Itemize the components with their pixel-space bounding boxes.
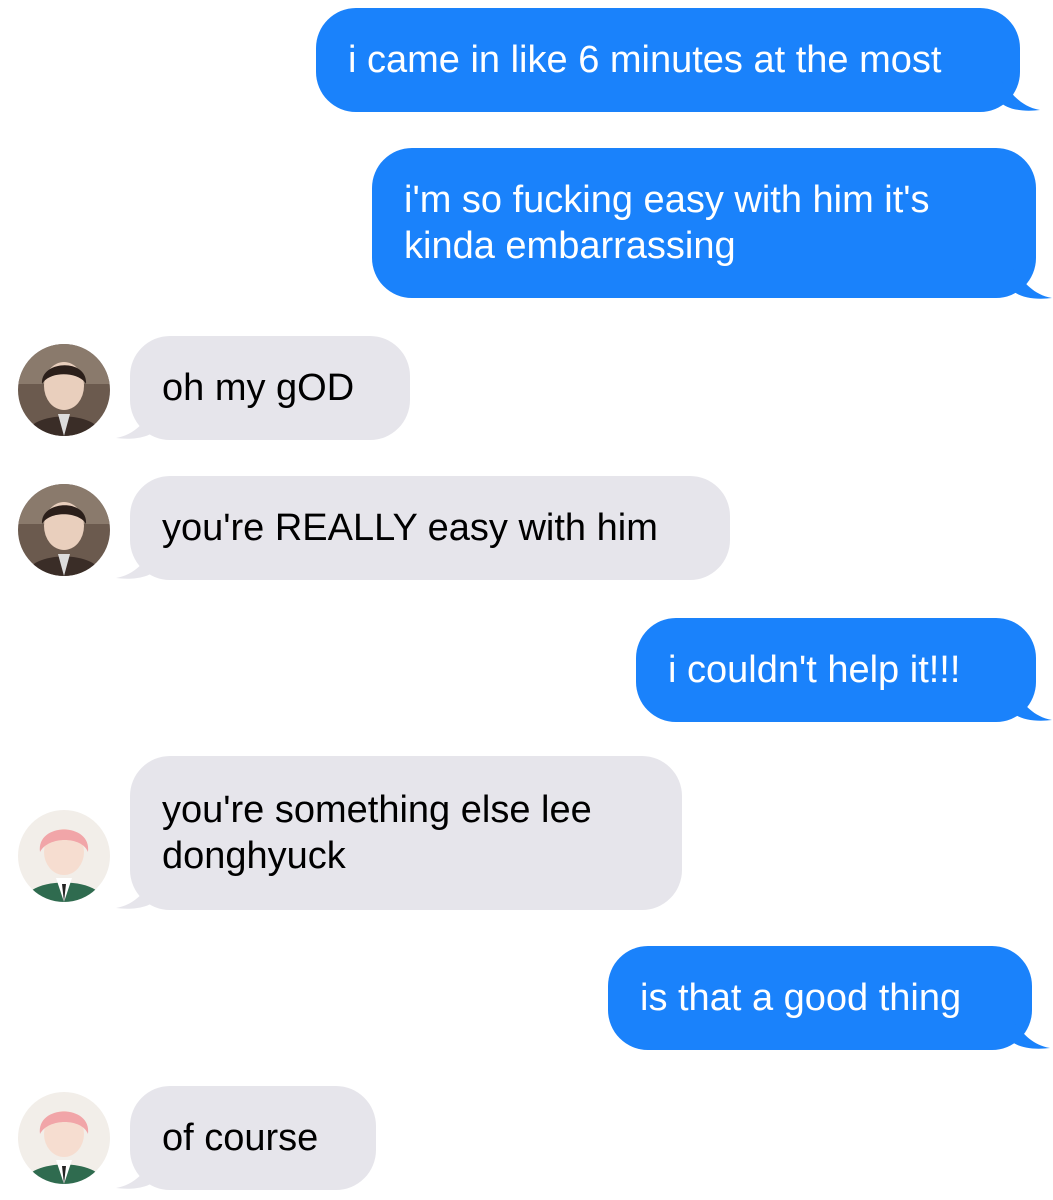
avatar-pink-hair-icon xyxy=(18,810,110,902)
message-text: oh my gOD xyxy=(162,367,355,409)
incoming-message-bubble[interactable]: oh my gOD xyxy=(130,336,410,440)
contact-avatar[interactable] xyxy=(18,1092,110,1184)
outgoing-bubble-tail xyxy=(1012,268,1052,299)
incoming-message-bubble[interactable]: you're REALLY easy with him xyxy=(130,476,730,580)
contact-avatar[interactable] xyxy=(18,344,110,436)
incoming-message-bubble[interactable]: you're something else lee donghyuck xyxy=(130,756,682,910)
incoming-bubble-tail xyxy=(116,408,156,439)
avatar-dark-hair-icon xyxy=(18,344,110,436)
outgoing-bubble-tail xyxy=(1012,690,1052,721)
avatar-pink-hair-icon xyxy=(18,1092,110,1184)
outgoing-bubble-tail xyxy=(1010,1018,1050,1049)
message-text: i came in like 6 minutes at the most xyxy=(348,39,942,81)
outgoing-message-bubble[interactable]: i couldn't help it!!! xyxy=(636,618,1036,722)
incoming-bubble-tail xyxy=(116,878,156,909)
contact-avatar[interactable] xyxy=(18,484,110,576)
incoming-bubble-tail xyxy=(116,548,156,579)
message-text: is that a good thing xyxy=(640,977,962,1019)
message-text: i couldn't help it!!! xyxy=(668,649,961,691)
message-text: you're something else lee donghyuck xyxy=(162,789,592,877)
outgoing-message-bubble[interactable]: is that a good thing xyxy=(608,946,1032,1050)
outgoing-bubble-tail xyxy=(1000,80,1040,111)
avatar-dark-hair-icon xyxy=(18,484,110,576)
message-text: i'm so fucking easy with him it's kinda … xyxy=(404,179,930,267)
incoming-message-bubble[interactable]: of course xyxy=(130,1086,376,1190)
contact-avatar[interactable] xyxy=(18,810,110,902)
incoming-bubble-tail xyxy=(116,1158,156,1189)
outgoing-message-bubble[interactable]: i'm so fucking easy with him it's kinda … xyxy=(372,148,1036,298)
message-text: of course xyxy=(162,1117,319,1159)
outgoing-message-bubble[interactable]: i came in like 6 minutes at the most xyxy=(316,8,1020,112)
message-text: you're REALLY easy with him xyxy=(162,507,658,549)
